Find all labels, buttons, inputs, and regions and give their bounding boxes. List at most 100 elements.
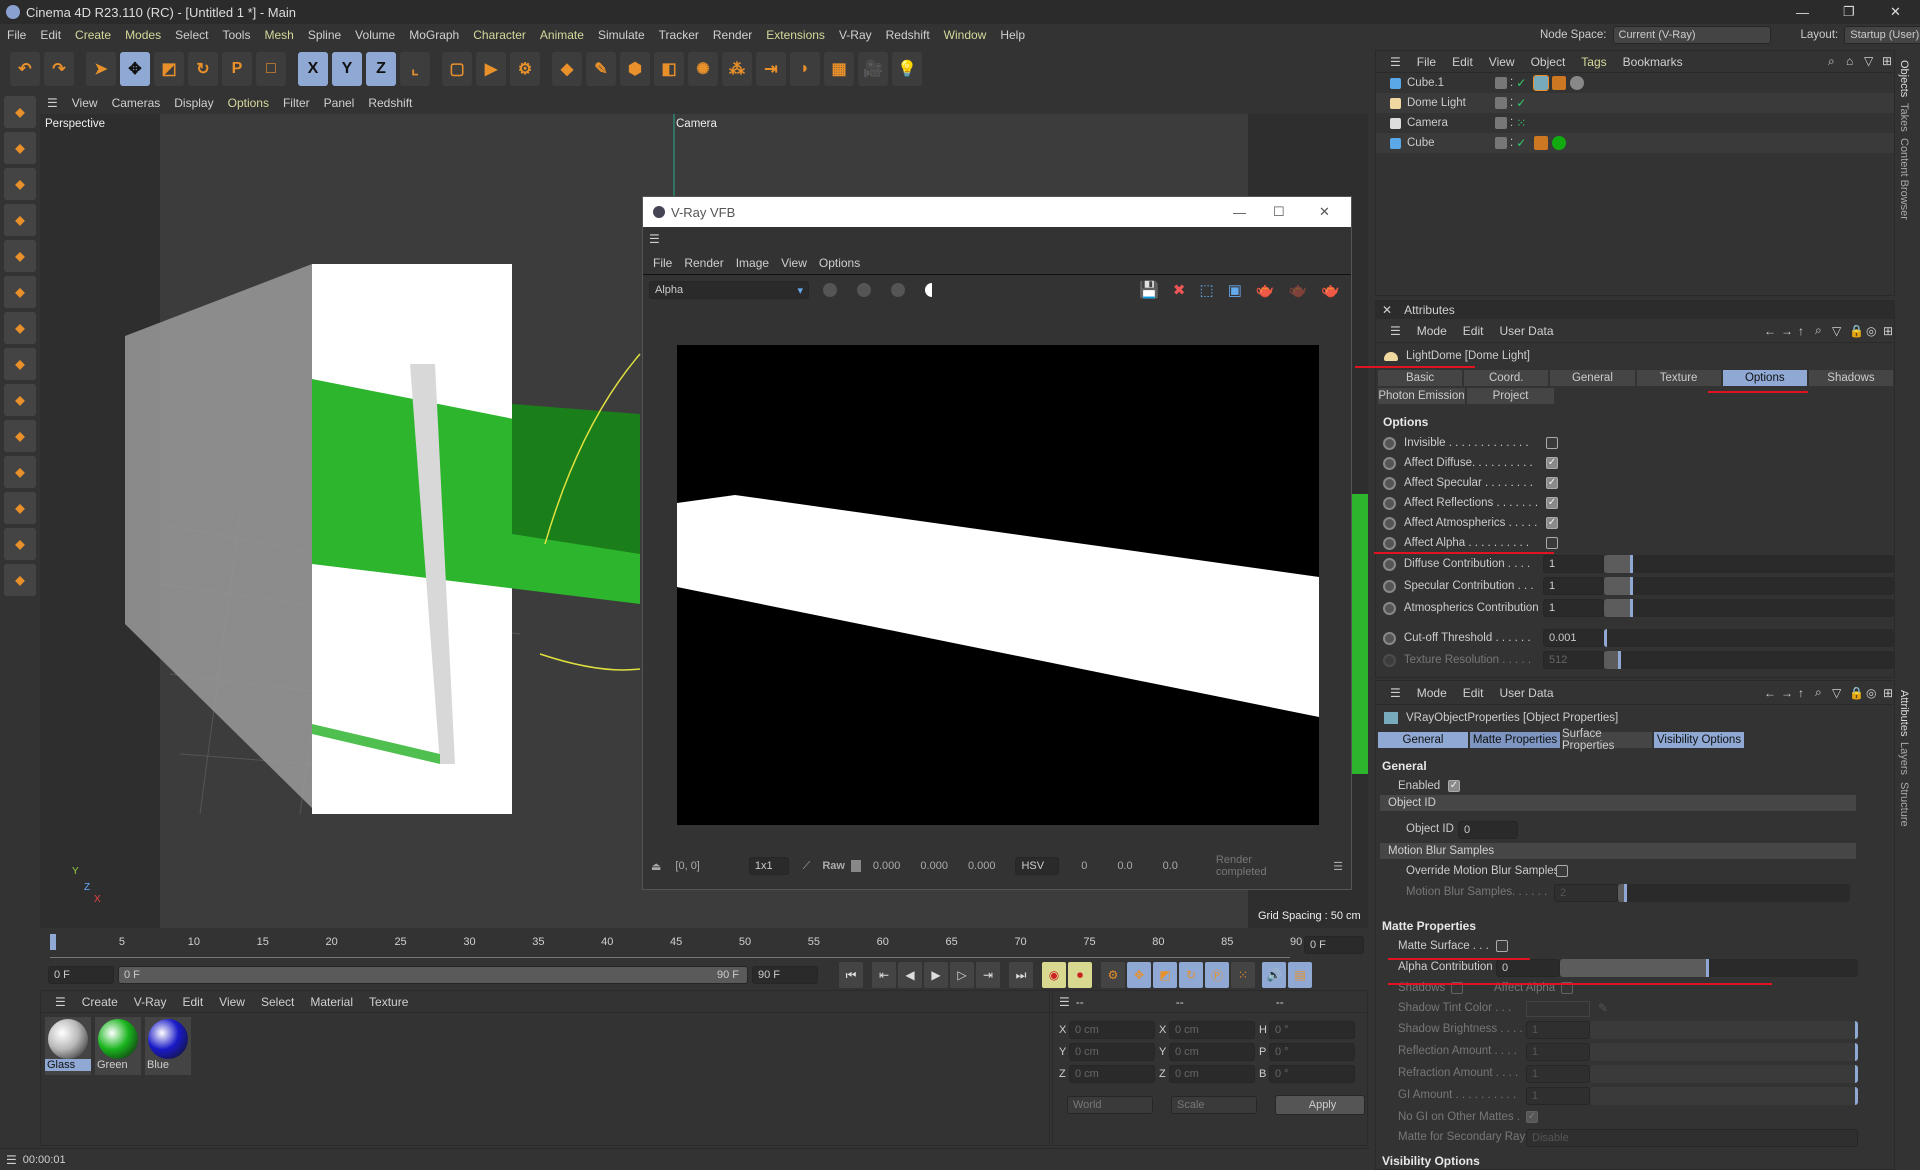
number-field[interactable]: 1 <box>1543 555 1604 573</box>
material-menu-create[interactable]: Create <box>82 995 118 1009</box>
lock-pixel-icon[interactable]: ⏏ <box>651 860 661 873</box>
layer-icon[interactable] <box>1495 97 1507 109</box>
viewport-menu-display[interactable]: Display <box>174 96 213 110</box>
back-icon[interactable]: ← <box>1764 324 1776 338</box>
option-checkbox[interactable]: ✓ <box>1546 477 1558 489</box>
number-slider[interactable] <box>1603 599 1894 617</box>
curve-icon[interactable]: ⟋ <box>803 860 811 873</box>
object-menu-bookmarks[interactable]: Bookmarks <box>1623 55 1683 69</box>
next-frame-icon[interactable]: ▷ <box>950 962 974 988</box>
number-field[interactable]: 0.001 <box>1543 629 1604 647</box>
filter-icon[interactable]: ▽ <box>1864 54 1873 68</box>
close-button[interactable]: ✕ <box>1890 4 1901 20</box>
axis-icon[interactable]: ◆ <box>4 312 36 344</box>
play-icon[interactable]: ▶ <box>924 962 948 988</box>
vfb-hamburger-icon[interactable]: ☰ <box>649 232 660 246</box>
rotate-icon[interactable]: ↻ <box>188 52 218 86</box>
menu-spline[interactable]: Spline <box>308 28 341 42</box>
shadow-tint-swatch[interactable] <box>1526 1001 1590 1017</box>
key-parameter-icon[interactable]: Ⓟ <box>1205 962 1229 988</box>
override-mb-checkbox[interactable] <box>1556 865 1568 877</box>
attr-menu-mode[interactable]: Mode <box>1417 324 1447 338</box>
vfb-close-button[interactable]: ✕ <box>1319 204 1330 220</box>
cloner-icon[interactable]: ✺ <box>688 52 718 86</box>
workplane-icon[interactable]: ◆ <box>4 492 36 524</box>
option-checkbox[interactable]: ✓ <box>1546 497 1558 509</box>
light-icon[interactable]: 💡 <box>892 52 922 86</box>
filter-icon[interactable]: ▽ <box>1832 324 1841 338</box>
quantize-icon[interactable]: ◆ <box>4 564 36 596</box>
snap-icon[interactable]: ◆ <box>4 348 36 380</box>
enabled-check-icon[interactable]: ⁙ <box>1516 116 1530 130</box>
visibility-dots-icon[interactable]: ⁚ <box>1510 98 1513 109</box>
hamburger-icon[interactable]: ☰ <box>6 1153 17 1167</box>
key-pla-icon[interactable]: ⁙ <box>1231 962 1255 988</box>
material-green[interactable]: Green <box>95 1017 141 1075</box>
menu-v-ray[interactable]: V-Ray <box>839 28 872 42</box>
material-menu-material[interactable]: Material <box>310 995 353 1009</box>
x-axis-icon[interactable]: X <box>298 52 328 86</box>
attr-menu-mode[interactable]: Mode <box>1417 686 1447 700</box>
animate-radio-icon[interactable] <box>1383 476 1396 490</box>
coord-field[interactable]: 0 cm <box>1069 1021 1155 1039</box>
animate-radio-icon[interactable] <box>1383 601 1396 615</box>
side-tab-content-browser[interactable]: Content Browser <box>1898 138 1910 220</box>
disabled-number-slider[interactable] <box>1590 1087 1858 1105</box>
number-field[interactable]: 1 <box>1543 599 1604 617</box>
visibility-dots-icon[interactable]: ⁚ <box>1510 138 1513 149</box>
coord-field[interactable]: 0 cm <box>1169 1021 1255 1039</box>
hamburger-icon[interactable]: ☰ <box>55 995 66 1009</box>
red-channel-button[interactable] <box>823 283 837 297</box>
soft-select-s1-icon[interactable]: ◆ <box>4 384 36 416</box>
animate-radio-icon[interactable] <box>1383 631 1396 645</box>
target-icon[interactable]: ◎ <box>1866 686 1876 700</box>
coord-field[interactable]: 0 ° <box>1269 1065 1355 1083</box>
material-menu-v-ray[interactable]: V-Ray <box>134 995 167 1009</box>
mb-samples-slider[interactable] <box>1618 884 1850 902</box>
tab-general[interactable]: General <box>1549 369 1636 387</box>
attr-menu-edit[interactable]: Edit <box>1463 686 1484 700</box>
object-mode-icon[interactable]: ◆ <box>4 276 36 308</box>
enabled-check-icon[interactable]: ✓ <box>1516 136 1530 150</box>
hamburger-icon[interactable]: ☰ <box>47 96 58 110</box>
tab-visibility-options[interactable]: Visibility Options <box>1653 731 1745 749</box>
tab-surface-properties[interactable]: Surface Properties <box>1561 728 1653 752</box>
alpha-contribution-field[interactable]: 0 <box>1496 959 1560 977</box>
render-icon[interactable]: 🫖 <box>1321 281 1340 299</box>
psr-icon[interactable]: P <box>222 52 252 86</box>
object-menu-object[interactable]: Object <box>1531 55 1566 69</box>
material-menu-view[interactable]: View <box>219 995 245 1009</box>
select-icon[interactable]: ➤ <box>86 52 116 86</box>
null-icon[interactable]: □ <box>256 52 286 86</box>
animate-radio-icon[interactable] <box>1383 456 1396 470</box>
disabled-number-field[interactable]: 1 <box>1526 1043 1590 1061</box>
minimize-button[interactable]: — <box>1796 5 1809 20</box>
menu-select[interactable]: Select <box>175 28 208 42</box>
disabled-number-field[interactable]: 1 <box>1526 1021 1590 1039</box>
object-id-field[interactable]: 0 <box>1458 821 1518 839</box>
render-region-icon[interactable]: ▢ <box>442 52 472 86</box>
object-row[interactable]: Cube ⁚ ✓ <box>1376 133 1894 153</box>
timeline-ruler[interactable]: 051015202530354045505560657075808590 <box>50 934 1302 958</box>
side-tab-attributes[interactable]: Attributes <box>1898 690 1910 736</box>
zoom-dropdown[interactable]: 1x1 <box>748 857 789 875</box>
key-scale-icon[interactable]: ◩ <box>1153 962 1177 988</box>
coord-field[interactable]: 0 cm <box>1069 1043 1155 1061</box>
back-icon[interactable]: ← <box>1764 686 1776 700</box>
green-material-tag-icon[interactable] <box>1552 136 1567 150</box>
tab-photon-emission[interactable]: Photon Emission <box>1377 387 1466 405</box>
coord-field[interactable]: 0 cm <box>1169 1065 1255 1083</box>
tab-options[interactable]: Options <box>1721 369 1808 387</box>
visibility-dots-icon[interactable]: ⁚ <box>1510 78 1513 89</box>
green-channel-button[interactable] <box>857 283 871 297</box>
material-glass[interactable]: Glass <box>45 1017 91 1075</box>
object-menu-file[interactable]: File <box>1417 55 1436 69</box>
channel-dropdown[interactable]: Alpha ▾ <box>649 281 809 299</box>
object-row[interactable]: Dome Light ⁚ ✓ <box>1376 93 1894 113</box>
start-frame-field[interactable]: 0 F <box>48 966 114 984</box>
glass-material-tag-icon[interactable] <box>1570 76 1585 90</box>
key-rotation-icon[interactable]: ↻ <box>1179 962 1203 988</box>
new-panel-icon[interactable]: ⊞ <box>1883 686 1893 700</box>
disabled-number-slider[interactable] <box>1590 1043 1858 1061</box>
number-slider[interactable] <box>1603 555 1894 573</box>
